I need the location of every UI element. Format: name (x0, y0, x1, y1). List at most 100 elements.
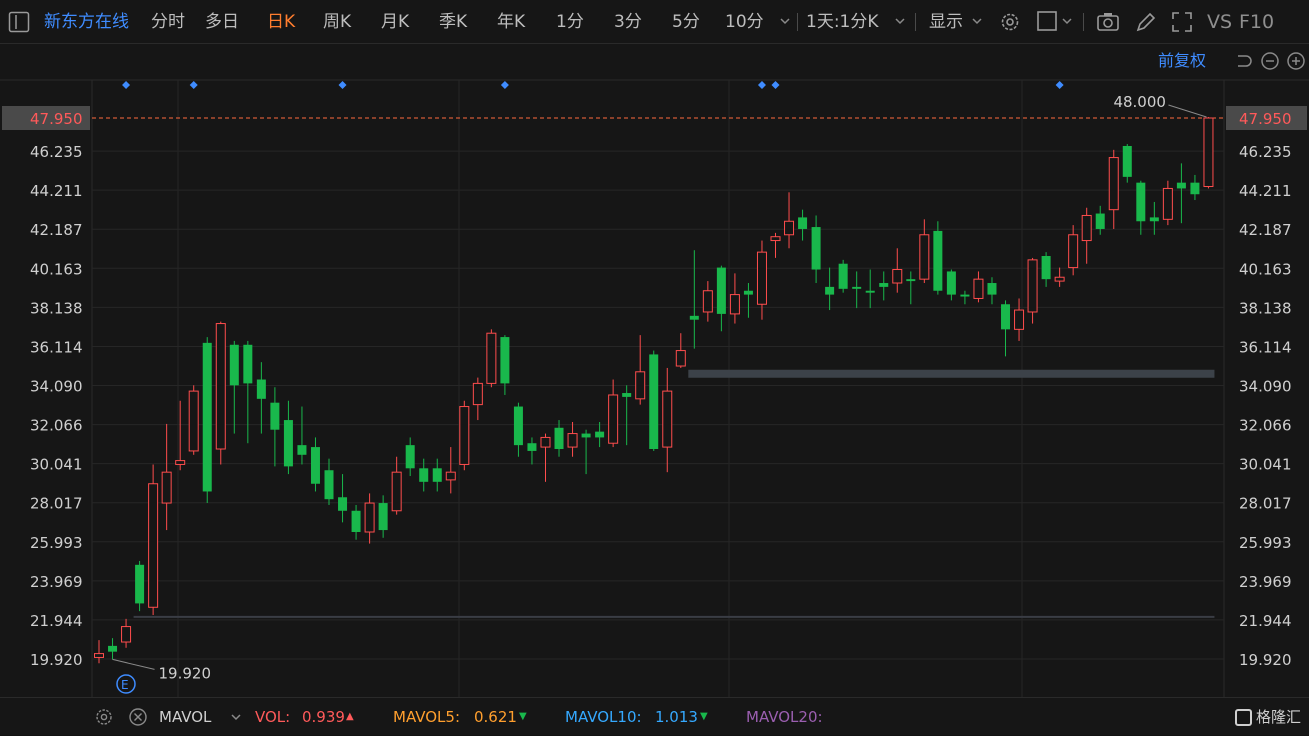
camera-icon[interactable] (1096, 10, 1120, 34)
brand-name: 格隆汇 (1255, 708, 1301, 726)
candlestick-chart[interactable]: 47.950 47.950 46.235 46.235 44.211 44.211 42.1… (0, 44, 1309, 697)
gear-icon[interactable] (998, 10, 1022, 34)
candle-body-up (919, 234, 930, 280)
candle-body-up (540, 436, 551, 448)
candle-body-down (649, 354, 659, 450)
fullscreen-icon[interactable] (1170, 10, 1194, 34)
candle-body-down (811, 227, 821, 270)
indicator-select[interactable]: MAVOL (159, 698, 211, 736)
tab-duori[interactable]: 多日 (205, 0, 239, 44)
candle-body-up (729, 294, 740, 315)
event-dot (122, 81, 131, 89)
y-tick-label-right: 30.041 (1239, 456, 1292, 474)
y-tick-label-right: 21.944 (1239, 612, 1292, 630)
chevron-down-icon[interactable] (895, 16, 905, 26)
candle-body-up (94, 653, 104, 658)
tab-quarterly-k[interactable]: 季K (439, 0, 467, 44)
low-leader-line (112, 658, 155, 670)
candle-body-down (933, 230, 943, 291)
candle-body-down (256, 379, 266, 399)
y-tick-label-right: 19.920 (1239, 651, 1292, 669)
candle-body-down (108, 645, 118, 652)
candle-body-down (135, 564, 145, 604)
candle-body-down (906, 279, 916, 282)
candle-body-down (798, 217, 808, 229)
tab-1min[interactable]: 1分 (556, 0, 584, 44)
candle-body-down (243, 344, 253, 384)
toolbar-divider (1083, 13, 1084, 31)
candle-body-down (825, 286, 835, 295)
candle-body-up (608, 394, 619, 444)
zoom-in-icon[interactable] (1286, 51, 1306, 71)
display-menu[interactable]: 显示 (929, 0, 963, 44)
y-tick-label-right: 23.969 (1239, 573, 1292, 591)
toolbar-divider (797, 13, 798, 31)
tab-3min[interactable]: 3分 (614, 0, 642, 44)
candle-body-up (1203, 117, 1214, 188)
adjust-mode[interactable]: 前复权 (1158, 48, 1206, 74)
y-tick-label-right: 47.950 (1239, 110, 1292, 128)
candle-body-up (973, 278, 984, 299)
candle-body-down (270, 402, 280, 430)
candle-body-up (215, 323, 226, 450)
candle-body-down (1095, 213, 1105, 229)
zoom-out-icon[interactable] (1260, 51, 1280, 71)
top-toolbar: 新东方在线 分时 多日 日K 周K 月K 季K 年K 1分 3分 5分 10分 … (0, 0, 1309, 44)
candle-body-down (378, 503, 388, 531)
tab-daily-k[interactable]: 日K (267, 0, 295, 44)
candle-body-up (391, 471, 402, 512)
tab-weekly-k[interactable]: 周K (323, 0, 351, 44)
candle-body-down (338, 497, 348, 511)
undo-icon[interactable] (1233, 51, 1253, 71)
f10-button[interactable]: F10 (1239, 0, 1274, 44)
candle-body-up (756, 251, 767, 305)
tab-yearly-k[interactable]: 年K (497, 0, 525, 44)
chevron-down-icon[interactable] (231, 712, 241, 722)
mavol20-label: MAVOL20: (746, 708, 823, 726)
square-icon[interactable] (1036, 10, 1060, 34)
candle-body-down (879, 283, 889, 287)
event-dot (338, 81, 347, 89)
y-tick-label-right: 44.211 (1239, 182, 1292, 200)
candle-body-up (567, 433, 578, 448)
candle-body-down (500, 337, 510, 384)
mavol5-label: MAVOL5: (393, 708, 461, 726)
close-icon[interactable] (128, 707, 148, 727)
chevron-down-icon[interactable] (972, 16, 982, 26)
y-tick-label-left: 21.944 (30, 612, 83, 630)
candle-body-up (445, 471, 456, 481)
brand-g-icon (1234, 709, 1252, 726)
candle-body-up (1068, 234, 1079, 269)
sidebar-toggle-icon[interactable] (8, 11, 30, 33)
mavol10-label: MAVOL10: (565, 708, 642, 726)
candle-body-down (852, 286, 862, 289)
tab-monthly-k[interactable]: 月K (381, 0, 409, 44)
vs-button[interactable]: VS (1207, 0, 1232, 44)
tab-5min[interactable]: 5分 (672, 0, 700, 44)
dual-period-select[interactable]: 1天:1分K (806, 0, 879, 44)
vol-up-arrow: ▲ (346, 711, 354, 722)
candle-body-down (1122, 145, 1132, 177)
pen-icon[interactable] (1134, 10, 1158, 34)
y-tick-label-left: 47.950 (30, 110, 83, 128)
candle-body-up (675, 350, 686, 367)
candle-body-up (486, 332, 497, 384)
tab-fenshi[interactable]: 分时 (151, 0, 185, 44)
y-tick-label-left: 36.114 (30, 338, 83, 356)
chevron-down-icon[interactable] (1062, 16, 1072, 26)
gear-icon[interactable] (94, 707, 114, 727)
candle-body-up (1014, 309, 1025, 330)
candle-body-up (161, 471, 172, 504)
stock-name[interactable]: 新东方在线 (44, 0, 129, 44)
candle-body-up (188, 390, 199, 452)
candle-body-up (784, 220, 795, 236)
chevron-down-icon[interactable] (780, 16, 790, 26)
candle-body-up (1162, 187, 1173, 220)
candle-body-down (554, 427, 564, 450)
candle-body-down (351, 510, 361, 533)
candle-body-up (459, 406, 470, 465)
y-tick-label-right: 25.993 (1239, 534, 1292, 552)
event-dot (500, 81, 509, 89)
candle-body-down (960, 294, 970, 297)
tab-10min[interactable]: 10分 (725, 0, 764, 44)
